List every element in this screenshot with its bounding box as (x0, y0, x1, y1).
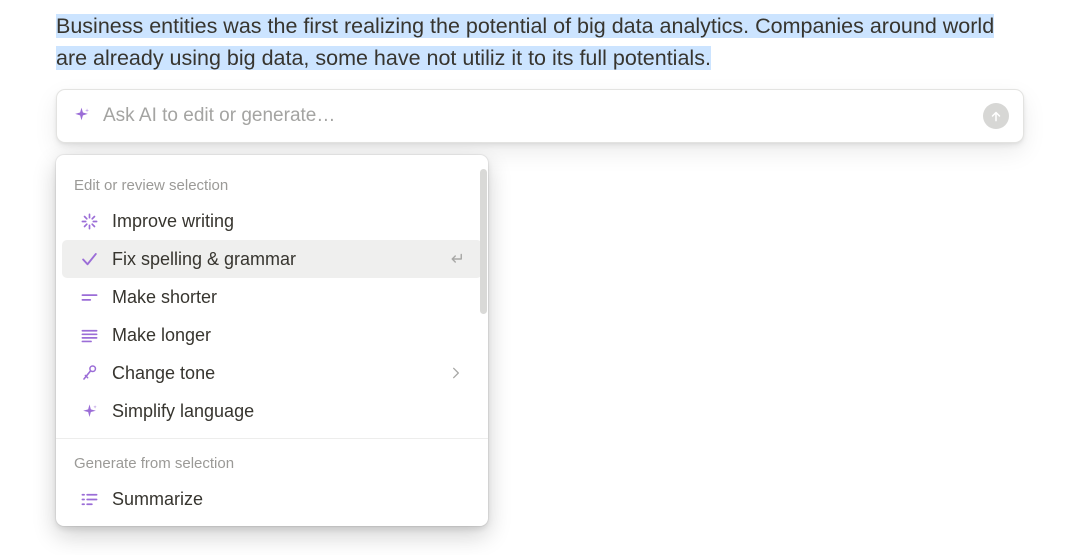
menu-label: Make longer (112, 325, 466, 346)
menu-item-make-longer[interactable]: Make longer (62, 316, 482, 354)
menu-label: Change tone (112, 363, 446, 384)
selected-text-block[interactable]: Business entities was the first realizin… (56, 10, 1024, 75)
section-header-generate: Generate from selection (56, 447, 488, 480)
summarize-icon (78, 488, 100, 510)
microphone-icon (78, 362, 100, 384)
ai-prompt-box[interactable] (56, 89, 1024, 143)
long-lines-icon (78, 324, 100, 346)
menu-item-make-shorter[interactable]: Make shorter (62, 278, 482, 316)
ai-actions-menu: Edit or review selection Improve writing (56, 155, 488, 526)
ai-prompt-input[interactable] (103, 105, 983, 127)
menu-label: Simplify language (112, 401, 466, 422)
menu-item-change-tone[interactable]: Change tone (62, 354, 482, 392)
burst-icon (78, 210, 100, 232)
arrow-up-icon (989, 109, 1003, 123)
menu-label: Make shorter (112, 287, 466, 308)
send-button[interactable] (983, 103, 1009, 129)
menu-label: Improve writing (112, 211, 466, 232)
short-lines-icon (78, 286, 100, 308)
menu-label: Fix spelling & grammar (112, 249, 446, 270)
menu-item-simplify-language[interactable]: Simplify language (62, 392, 482, 430)
menu-item-fix-spelling-grammar[interactable]: Fix spelling & grammar (62, 240, 482, 278)
chevron-right-icon (446, 363, 466, 383)
section-header-edit: Edit or review selection (56, 169, 488, 202)
selected-text: Business entities was the first realizin… (56, 14, 994, 70)
menu-item-summarize[interactable]: Summarize (62, 480, 482, 518)
menu-divider (56, 438, 488, 439)
menu-item-improve-writing[interactable]: Improve writing (62, 202, 482, 240)
check-icon (78, 248, 100, 270)
menu-label: Summarize (112, 489, 466, 510)
sparkle-icon (78, 400, 100, 422)
sparkle-icon (71, 106, 91, 126)
enter-icon (446, 249, 466, 269)
scrollbar[interactable] (480, 169, 487, 314)
